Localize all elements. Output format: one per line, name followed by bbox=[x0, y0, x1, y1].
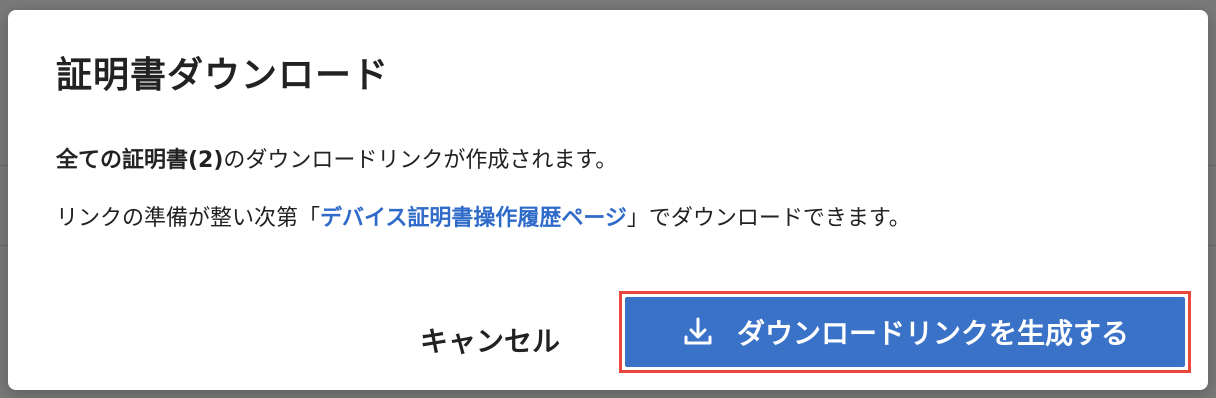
cancel-button[interactable]: キャンセル bbox=[400, 302, 580, 378]
dialog-message-line-1: 全ての証明書(2)のダウンロードリンクが作成されます。 bbox=[56, 145, 617, 177]
generate-button-label: ダウンロードリンクを生成する bbox=[736, 317, 1129, 350]
generate-download-link-button[interactable]: ダウンロードリンクを生成する bbox=[625, 297, 1185, 367]
dialog-message-line-2: リンクの準備が整い次第「デバイス証明書操作履歴ページ」でダウンロードできます。 bbox=[56, 203, 911, 235]
download-icon bbox=[681, 315, 715, 349]
message-text: のダウンロードリンクが作成されます。 bbox=[223, 148, 618, 173]
message-text: 」でダウンロードできます。 bbox=[626, 206, 911, 231]
certificate-count-text: 全ての証明書(2) bbox=[56, 148, 224, 173]
certificate-history-page-link[interactable]: デバイス証明書操作履歴ページ bbox=[320, 206, 627, 231]
message-text: リンクの準備が整い次第「 bbox=[56, 206, 321, 231]
dialog-title: 証明書ダウンロード bbox=[56, 55, 390, 96]
certificate-download-dialog: 証明書ダウンロード 全ての証明書(2)のダウンロードリンクが作成されます。 リン… bbox=[8, 10, 1208, 390]
